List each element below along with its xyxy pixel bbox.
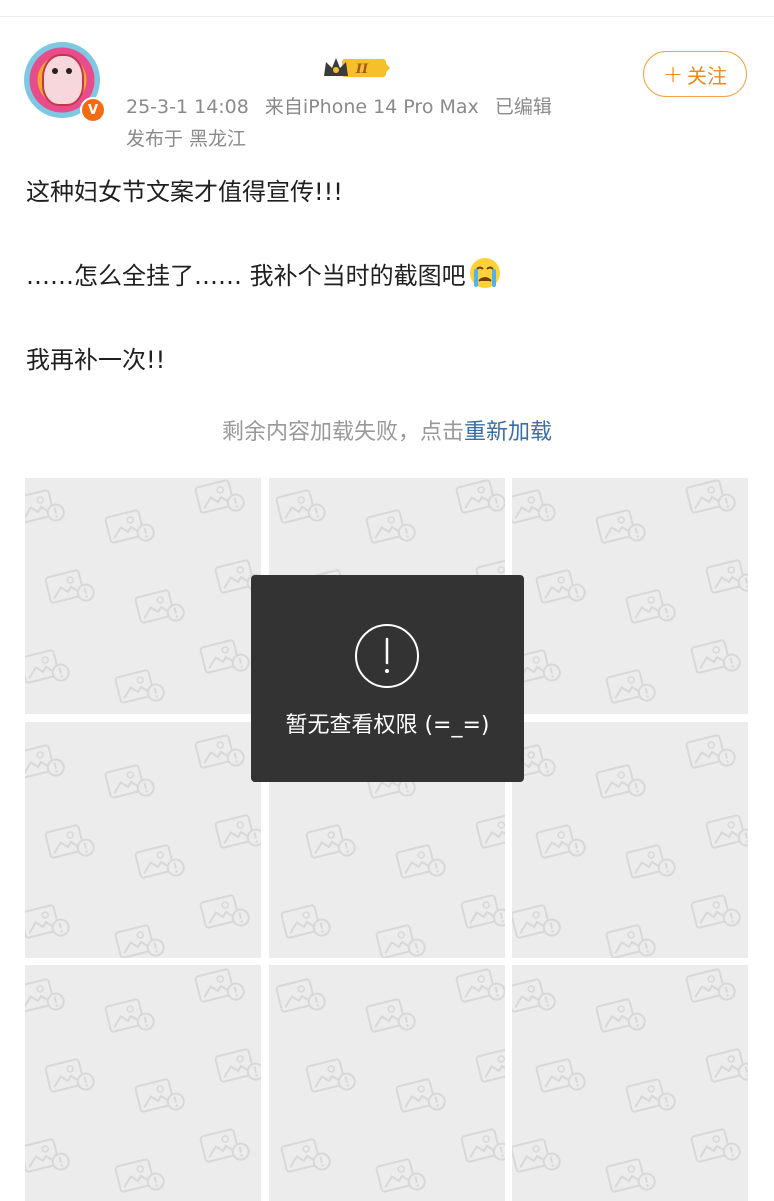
follow-label: 关注 bbox=[687, 63, 728, 88]
reload-notice: 剩余内容加载失败，点击重新加载 bbox=[0, 414, 774, 446]
post-location: 发布于 黑龙江 bbox=[126, 128, 247, 150]
image-placeholder[interactable] bbox=[25, 478, 261, 714]
broken-image-icon bbox=[25, 968, 261, 1193]
broken-image-icon bbox=[25, 479, 261, 704]
verified-badge: V bbox=[80, 97, 106, 123]
crown-rank-badge-icon: II bbox=[324, 58, 390, 77]
top-divider bbox=[0, 16, 774, 17]
broken-image-icon bbox=[25, 734, 261, 958]
broken-image-icon bbox=[512, 479, 748, 704]
plus-icon: + bbox=[662, 60, 684, 88]
image-placeholder[interactable] bbox=[512, 478, 748, 714]
image-placeholder[interactable] bbox=[25, 722, 261, 958]
post-text-line-2-text: ……怎么全挂了…… 我补个当时的截图吧 bbox=[26, 262, 466, 290]
post-date: 25-3-1 14:08 bbox=[126, 96, 249, 118]
permission-toast: 暂无查看权限 (=_=) bbox=[251, 575, 524, 782]
image-placeholder[interactable] bbox=[512, 965, 748, 1201]
toast-message: 暂无查看权限 (=_=) bbox=[285, 713, 490, 738]
post-source: 来自iPhone 14 Pro Max bbox=[264, 96, 479, 118]
image-placeholder[interactable] bbox=[269, 965, 505, 1201]
post-edited[interactable]: 已编辑 bbox=[495, 96, 552, 118]
broken-image-icon bbox=[512, 734, 748, 958]
reload-prefix: 剩余内容加载失败，点击 bbox=[221, 420, 464, 445]
rank-badge-label: II bbox=[355, 62, 369, 77]
post-text-line-2: ……怎么全挂了…… 我补个当时的截图吧 bbox=[26, 256, 502, 291]
image-placeholder[interactable] bbox=[25, 965, 261, 1201]
post-meta: 25-3-1 14:08 来自iPhone 14 Pro Max 已编辑 bbox=[126, 92, 562, 119]
crying-face-icon bbox=[469, 258, 500, 288]
broken-image-icon bbox=[275, 968, 505, 1193]
post-text-line-1: 这种妇女节文案才值得宣传!!! bbox=[26, 178, 343, 206]
reload-link[interactable]: 重新加载 bbox=[464, 420, 552, 445]
exclamation-circle-icon bbox=[355, 624, 419, 688]
post-text-line-3: 我再补一次!! bbox=[26, 346, 166, 374]
follow-button[interactable]: + 关注 bbox=[643, 51, 747, 97]
image-placeholder[interactable] bbox=[512, 722, 748, 958]
avatar-character bbox=[42, 54, 84, 106]
broken-image-icon bbox=[512, 968, 748, 1193]
